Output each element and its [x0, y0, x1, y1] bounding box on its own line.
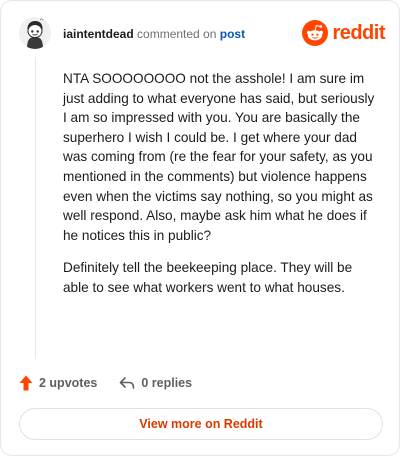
post-link[interactable]: post	[220, 27, 245, 41]
upvote-count: 2 upvotes	[39, 376, 98, 390]
reply-count: 0 replies	[141, 376, 193, 390]
comment-header: iaintentdead commented on post reddit	[19, 17, 385, 51]
reply-button[interactable]: 0 replies	[119, 376, 192, 390]
upvote-arrow-icon	[19, 375, 33, 391]
comment-actions: 2 upvotes 0 replies	[19, 373, 192, 393]
snoo-avatar-icon	[19, 17, 51, 49]
username[interactable]: iaintentdead	[63, 27, 134, 41]
reddit-wordmark: reddit	[332, 22, 385, 44]
comment-body: NTA SOOOOOOOO not the asshole! I am sure…	[63, 69, 381, 311]
comment-paragraph-1: NTA SOOOOOOOO not the asshole! I am sure…	[63, 71, 375, 243]
view-more-on-reddit-button[interactable]: View more on Reddit	[19, 408, 383, 440]
avatar[interactable]	[19, 17, 51, 49]
reddit-logo-icon	[302, 20, 329, 46]
reddit-brand[interactable]: reddit	[302, 19, 385, 47]
commented-on-text: commented on	[137, 27, 217, 41]
comment-meta: iaintentdead commented on post	[63, 26, 245, 42]
thread-line	[35, 57, 36, 359]
comment-paragraph-2: Definitely tell the beekeeping place. Th…	[63, 260, 353, 295]
comment-embed-card: iaintentdead commented on post reddit NT…	[0, 0, 400, 456]
upvote-button[interactable]: 2 upvotes	[19, 375, 97, 391]
reply-arrow-icon	[120, 377, 135, 389]
